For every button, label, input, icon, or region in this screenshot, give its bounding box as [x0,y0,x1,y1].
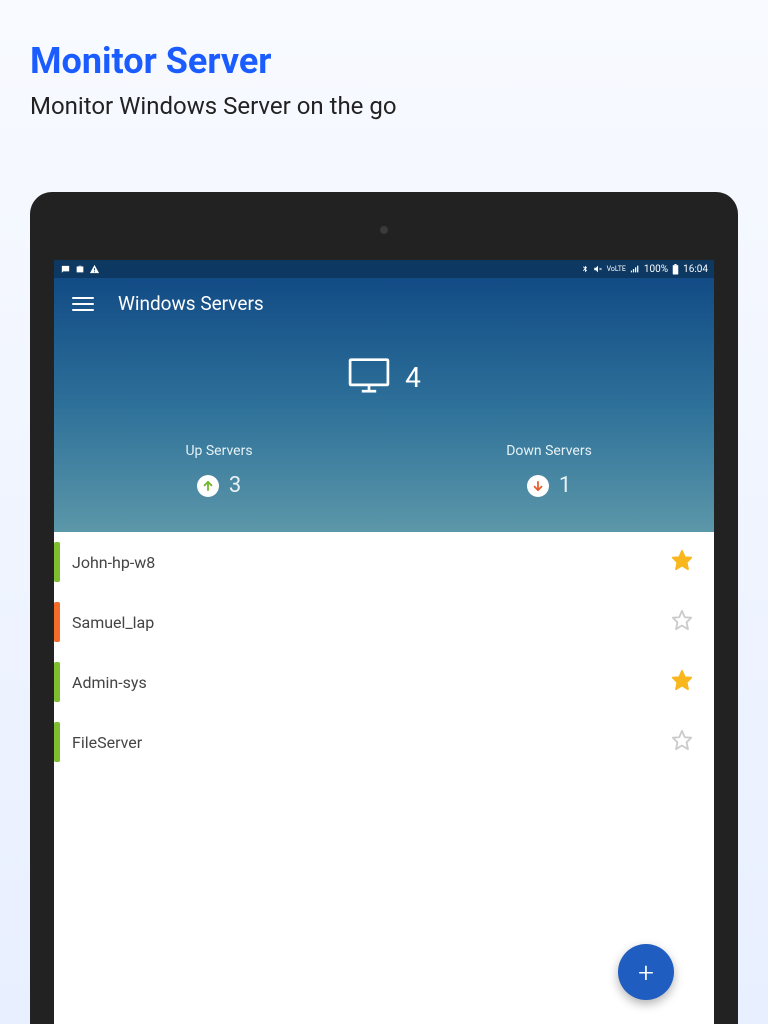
favorite-button[interactable] [660,660,704,704]
add-server-button[interactable]: + [618,944,674,1000]
star-icon [671,609,693,635]
bluetooth-icon [581,264,589,274]
up-servers-label: Up Servers [54,443,384,459]
up-servers-value: 3 [229,473,241,498]
star-icon [671,669,693,695]
promo-title: Monitor Server [0,0,768,92]
app-header: Windows Servers 4 Up Servers [54,278,714,532]
mute-icon [593,264,603,274]
arrow-up-icon [197,475,219,497]
status-indicator [54,542,60,582]
battery-text: 100% [644,264,668,275]
down-servers-label: Down Servers [384,443,714,459]
hero-total: 4 [54,329,714,415]
chat-icon [60,264,71,275]
briefcase-icon [75,264,85,274]
signal-icon [630,264,640,274]
server-row[interactable]: Admin-sys [54,652,714,712]
server-row[interactable]: FileServer [54,712,714,772]
server-name: Admin-sys [72,673,660,692]
promo-subtitle: Monitor Windows Server on the go [0,92,768,150]
monitor-icon [347,357,391,397]
arrow-down-icon [527,475,549,497]
android-statusbar: VoLTE 100% 16:04 [54,260,714,278]
camera-dot [380,226,388,234]
star-icon [671,729,693,755]
server-name: John-hp-w8 [72,553,660,572]
app-screen: VoLTE 100% 16:04 Windows Servers [54,260,714,1024]
status-indicator [54,722,60,762]
menu-icon[interactable] [72,293,94,315]
favorite-button[interactable] [660,540,704,584]
page-title: Windows Servers [118,292,264,315]
up-servers-stat[interactable]: Up Servers 3 [54,443,384,498]
plus-icon: + [638,956,654,989]
down-servers-value: 1 [559,473,571,498]
total-count: 4 [405,361,421,394]
status-indicator [54,662,60,702]
server-name: Samuel_lap [72,613,660,632]
server-row[interactable]: John-hp-w8 [54,532,714,592]
server-list: John-hp-w8 Samuel_lap Admin-sys FileServer [54,532,714,772]
lte-icon: VoLTE [607,266,626,273]
server-row[interactable]: Samuel_lap [54,592,714,652]
battery-icon [672,264,679,275]
favorite-button[interactable] [660,720,704,764]
tablet-frame: VoLTE 100% 16:04 Windows Servers [30,192,738,1024]
down-servers-stat[interactable]: Down Servers 1 [384,443,714,498]
clock-text: 16:04 [683,264,708,275]
server-name: FileServer [72,733,660,752]
warning-icon [89,264,100,275]
star-icon [671,549,693,575]
status-indicator [54,602,60,642]
stats-row: Up Servers 3 Down Servers [54,415,714,532]
favorite-button[interactable] [660,600,704,644]
